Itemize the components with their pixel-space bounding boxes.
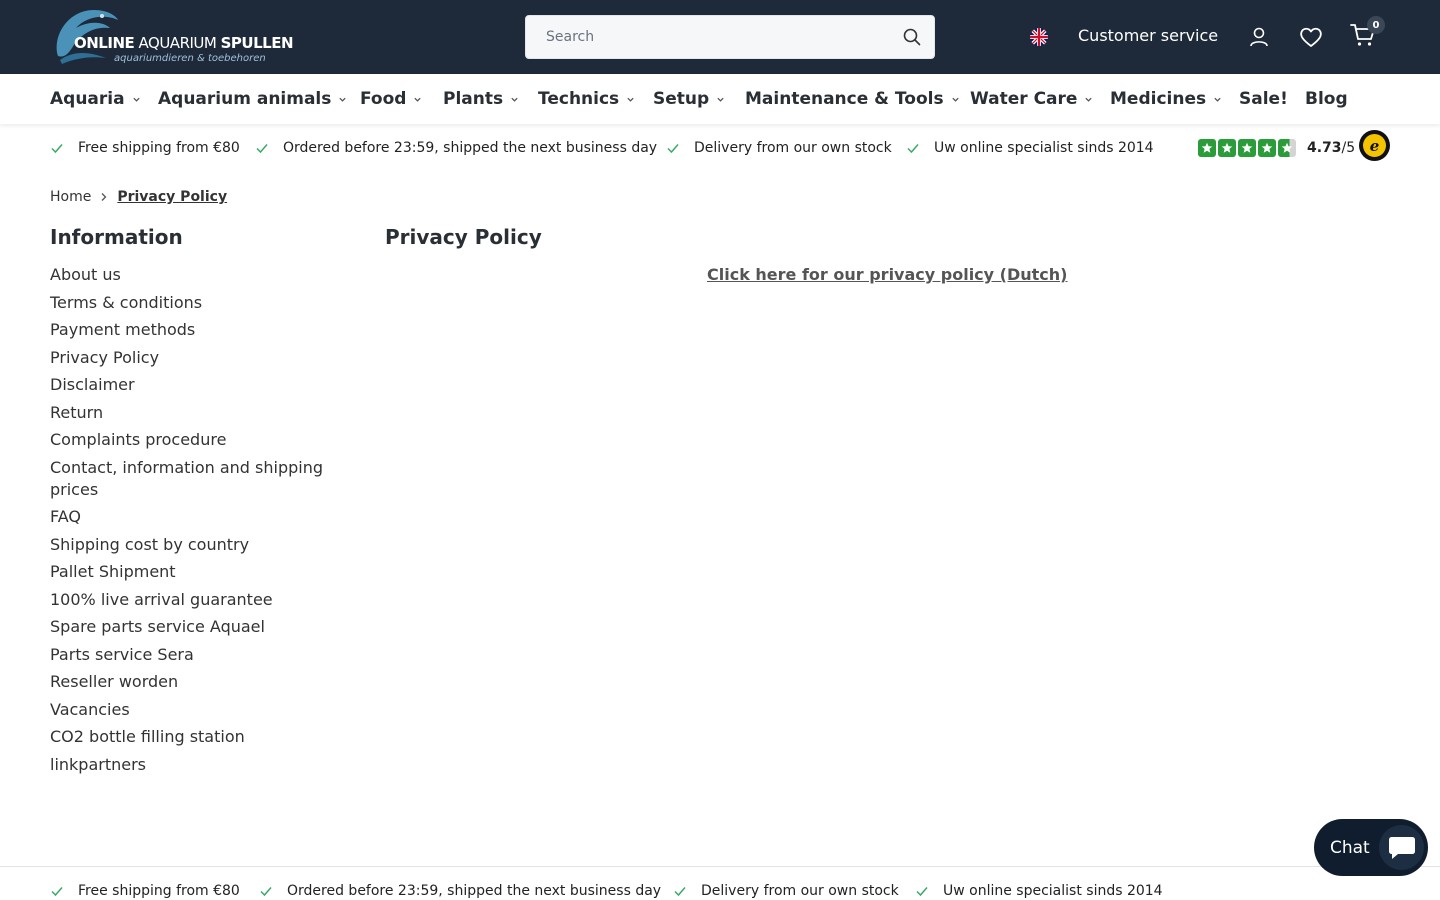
page-title: Privacy Policy — [385, 225, 542, 249]
chat-button[interactable]: Chat — [1314, 819, 1428, 876]
chevron-down-icon — [132, 97, 140, 102]
breadcrumb-home[interactable]: Home — [50, 189, 91, 205]
check-icon — [907, 144, 919, 154]
star-icon — [1258, 139, 1276, 157]
nav-item-plants[interactable]: Plants — [443, 89, 519, 109]
star-icon — [1198, 139, 1216, 157]
sidebar-item-vacancies[interactable]: Vacancies — [50, 699, 350, 721]
logo-tagline: aquariumdieren & toebehoren — [114, 53, 266, 64]
usp-item: Uw online specialist sinds 2014 — [906, 140, 1154, 156]
usp-item: Free shipping from €80 — [50, 140, 240, 156]
trusted-shops-badge-icon[interactable]: e — [1359, 130, 1390, 161]
sidebar-item-linkpartners[interactable]: linkpartners — [50, 754, 350, 776]
sidebar-title: Information — [50, 225, 183, 249]
usp-item: Ordered before 23:59, shipped the next b… — [255, 140, 657, 156]
sidebar-item-privacy-policy[interactable]: Privacy Policy — [50, 347, 350, 369]
sidebar-menu: About us Terms & conditions Payment meth… — [50, 264, 350, 781]
chat-bubble-icon — [1379, 825, 1424, 870]
logo-wordmark: ONLINE AQUARIUM SPULLEN — [74, 34, 294, 52]
search-bar — [525, 15, 935, 59]
nav-item-aquarium-animals[interactable]: Aquarium animals — [158, 89, 347, 109]
chevron-down-icon — [627, 97, 634, 102]
star-icon — [1238, 139, 1256, 157]
search-input[interactable] — [526, 16, 886, 58]
nav-item-food[interactable]: Food — [360, 89, 422, 109]
sidebar-item-contact[interactable]: Contact, information and shipping prices — [50, 457, 350, 501]
check-icon — [51, 887, 63, 897]
sidebar-item-live-arrival[interactable]: 100% live arrival guarantee — [50, 589, 350, 611]
main-navigation: Aquaria Aquarium animals Food Plants Tec… — [0, 74, 1440, 124]
heart-icon — [1300, 27, 1322, 47]
search-icon — [903, 28, 921, 46]
cart-count-badge: 0 — [1367, 16, 1385, 34]
user-icon — [1250, 27, 1268, 47]
nav-item-blog[interactable]: Blog — [1305, 89, 1348, 109]
chevron-down-icon — [511, 97, 518, 102]
nav-item-technics[interactable]: Technics — [538, 89, 635, 109]
rating-stars — [1198, 139, 1296, 157]
chevron-down-icon — [414, 97, 422, 102]
footer-divider — [0, 866, 1440, 867]
nav-item-maintenance-tools[interactable]: Maintenance & Tools — [745, 89, 960, 109]
star-icon — [1218, 139, 1236, 157]
sidebar-item-payment-methods[interactable]: Payment methods — [50, 319, 350, 341]
chat-label: Chat — [1330, 837, 1370, 858]
wishlist-button[interactable] — [1298, 24, 1324, 50]
check-icon — [916, 887, 928, 897]
check-icon — [51, 144, 63, 154]
chevron-right-icon — [101, 193, 107, 201]
sidebar-item-reseller[interactable]: Reseller worden — [50, 671, 350, 693]
sidebar-item-faq[interactable]: FAQ — [50, 506, 350, 528]
site-header: ONLINE AQUARIUM SPULLEN aquariumdieren &… — [0, 0, 1440, 74]
check-icon — [667, 144, 679, 154]
customer-rating[interactable]: 4.73/5 — [1198, 139, 1355, 157]
chevron-down-icon — [1214, 97, 1221, 102]
footer-usp-item: Ordered before 23:59, shipped the next b… — [259, 883, 661, 899]
sidebar-item-co2-filling[interactable]: CO2 bottle filling station — [50, 726, 350, 748]
breadcrumb-current[interactable]: Privacy Policy — [117, 189, 227, 205]
nav-item-aquaria[interactable]: Aquaria — [50, 89, 141, 109]
chevron-down-icon — [717, 97, 724, 102]
customer-service-link[interactable]: Customer service — [1078, 26, 1218, 45]
nav-item-setup[interactable]: Setup — [653, 89, 725, 109]
check-icon — [256, 144, 268, 154]
sidebar-item-terms[interactable]: Terms & conditions — [50, 292, 350, 314]
sidebar-item-shipping-cost[interactable]: Shipping cost by country — [50, 534, 350, 556]
sidebar-item-sera-parts[interactable]: Parts service Sera — [50, 644, 350, 666]
sidebar-item-disclaimer[interactable]: Disclaimer — [50, 374, 350, 396]
account-button[interactable] — [1246, 24, 1272, 50]
sidebar-item-pallet-shipment[interactable]: Pallet Shipment — [50, 561, 350, 583]
check-icon — [674, 887, 686, 897]
search-button[interactable] — [900, 25, 924, 49]
nav-item-sale[interactable]: Sale! — [1239, 89, 1288, 109]
sidebar-item-about-us[interactable]: About us — [50, 264, 350, 286]
site-logo[interactable]: ONLINE AQUARIUM SPULLEN aquariumdieren &… — [50, 6, 294, 68]
check-icon — [260, 887, 272, 897]
language-flag-icon[interactable] — [1030, 28, 1048, 46]
footer-usp-item: Delivery from our own stock — [673, 883, 899, 899]
rating-score: 4.73/5 — [1307, 140, 1356, 156]
nav-item-water-care[interactable]: Water Care — [970, 89, 1093, 109]
sidebar-item-return[interactable]: Return — [50, 402, 350, 424]
footer-usp-item: Free shipping from €80 — [50, 883, 240, 899]
breadcrumb: Home Privacy Policy — [50, 189, 227, 205]
usp-item: Delivery from our own stock — [666, 140, 892, 156]
nav-item-medicines[interactable]: Medicines — [1110, 89, 1222, 109]
sidebar-item-aquael-parts[interactable]: Spare parts service Aquael — [50, 616, 350, 638]
sidebar-item-complaints[interactable]: Complaints procedure — [50, 429, 350, 451]
privacy-policy-dutch-link[interactable]: Click here for our privacy policy (Dutch… — [707, 265, 1067, 284]
footer-usp-item: Uw online specialist sinds 2014 — [915, 883, 1163, 899]
chevron-down-icon — [951, 97, 959, 102]
chevron-down-icon — [1085, 97, 1093, 102]
star-half-icon — [1278, 139, 1296, 157]
chevron-down-icon — [339, 97, 347, 102]
